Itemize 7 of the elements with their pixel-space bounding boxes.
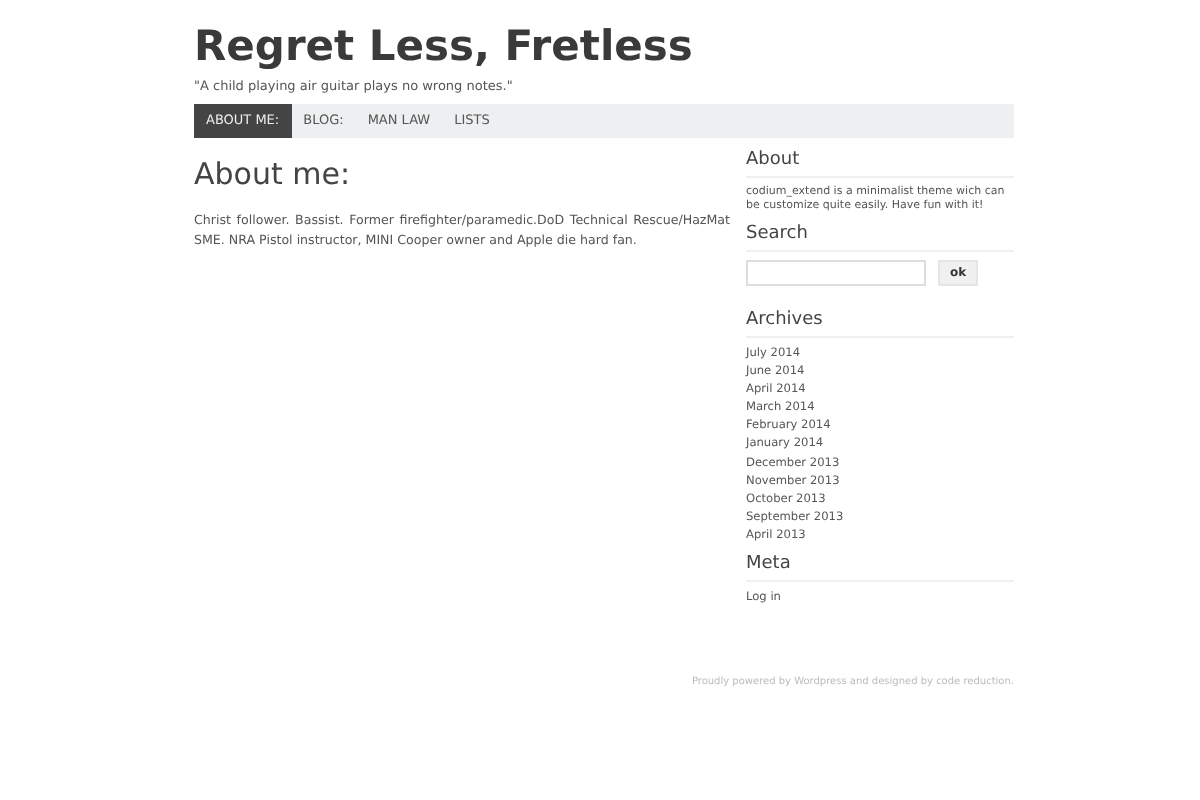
widget-title: Archives — [746, 310, 1014, 338]
page-heading: About me: — [194, 156, 353, 192]
widget-title: Meta — [746, 554, 1014, 583]
site-title[interactable]: Regret Less, Fretless — [194, 20, 693, 72]
search-field[interactable] — [746, 260, 926, 286]
widget-title: Search — [746, 224, 1014, 252]
widget-title: About — [746, 150, 1014, 178]
